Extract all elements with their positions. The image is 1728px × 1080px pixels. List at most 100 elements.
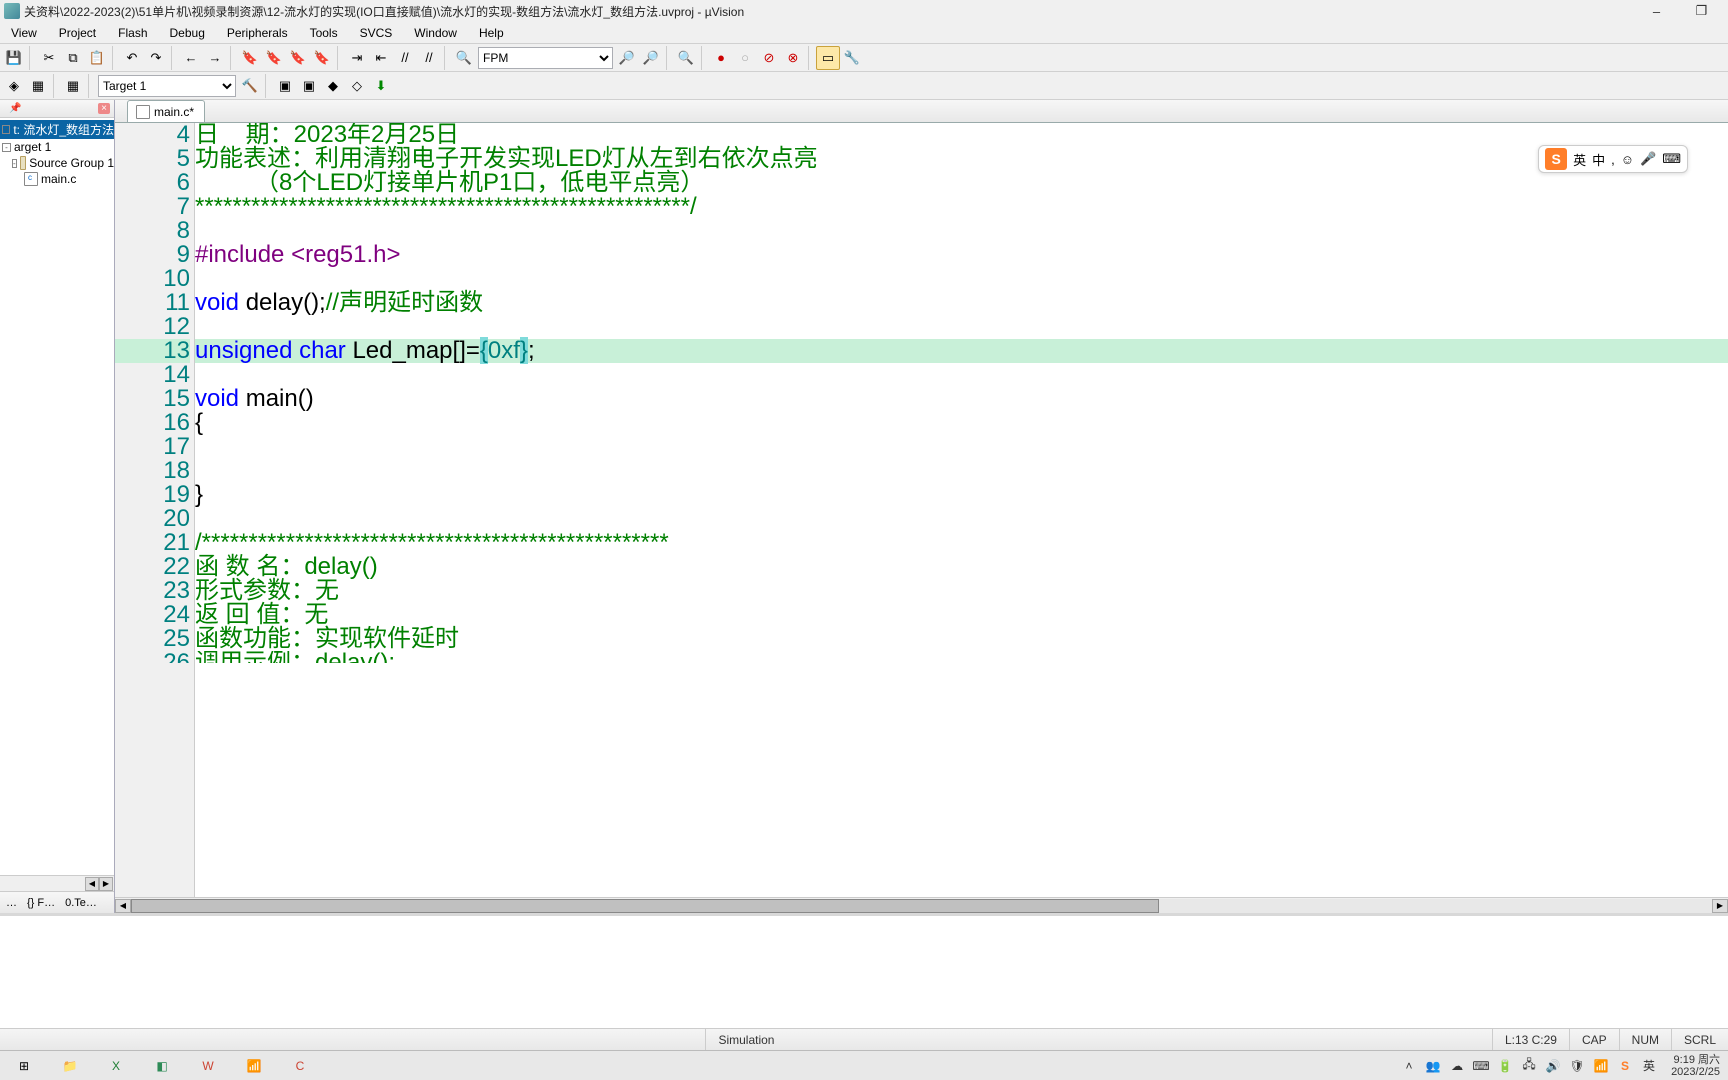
scroll-track[interactable] — [131, 899, 1712, 913]
close-panel-icon[interactable]: × — [98, 103, 110, 114]
maximize-button[interactable]: ❐ — [1679, 0, 1724, 22]
menu-help[interactable]: Help — [468, 23, 515, 43]
nav-fwd-icon[interactable]: → — [203, 46, 227, 70]
pin-icon[interactable]: 📌 — [6, 103, 24, 114]
multi-proj-icon[interactable]: ◆ — [321, 74, 345, 98]
project-tab-1[interactable]: … — [2, 894, 21, 912]
editor-hscroll[interactable]: ◀ ▶ — [115, 897, 1728, 913]
breakpoint-killall-icon[interactable]: ⊗ — [781, 46, 805, 70]
indent-icon[interactable]: ⇥ — [345, 46, 369, 70]
tray-network-icon[interactable]: 🖧 — [1521, 1058, 1537, 1074]
ime-toolbar[interactable]: S 英 中 , ☺ 🎤 ⌨ — [1538, 145, 1688, 173]
tray-volume-icon[interactable]: 🔊 — [1545, 1058, 1561, 1074]
output-panel[interactable] — [0, 913, 1728, 1028]
comment-icon[interactable]: // — [393, 46, 417, 70]
breakpoint-kill-icon[interactable]: ⊘ — [757, 46, 781, 70]
project-hscroll[interactable]: ◀ ▶ — [0, 875, 114, 891]
task-excel-icon[interactable]: X — [94, 1052, 138, 1080]
bookmark-clear-icon[interactable]: 🔖 — [310, 46, 334, 70]
save-all-icon[interactable]: 💾 — [2, 46, 26, 70]
menu-view[interactable]: View — [0, 23, 48, 43]
start-button[interactable]: ⊞ — [2, 1052, 46, 1080]
undo-icon[interactable]: ↶ — [120, 46, 144, 70]
bookmark-toggle-icon[interactable]: 🔖 — [238, 46, 262, 70]
scroll-left-icon[interactable]: ◀ — [115, 899, 131, 913]
task-app2-icon[interactable]: 📶 — [232, 1052, 276, 1080]
system-tray[interactable]: ˄ 👥 ☁ ⌨ 🔋 🖧 🔊 🛡 📶 S 英 9:19 周六 2023/2/25 — [1401, 1054, 1726, 1078]
tree-project-root[interactable]: - t: 流水灯_数组方法 — [0, 120, 114, 139]
find-combo[interactable]: FPM — [478, 47, 613, 69]
debug-start-icon[interactable]: 🔍 — [674, 46, 698, 70]
project-tab-functions[interactable]: {} F… — [23, 894, 59, 912]
editor-tab-mainc[interactable]: main.c* — [127, 100, 205, 122]
ime-lang[interactable]: 英 — [1573, 150, 1586, 169]
breakpoint-disable-icon[interactable]: ○ — [733, 46, 757, 70]
ime-item-2[interactable]: , — [1611, 152, 1615, 167]
task-app1-icon[interactable]: ◧ — [140, 1052, 184, 1080]
taskbar-clock[interactable]: 9:19 周六 2023/2/25 — [1671, 1054, 1720, 1078]
scroll-right-icon[interactable]: ▶ — [1712, 899, 1728, 913]
window-layout-icon[interactable]: ▭ — [816, 46, 840, 70]
menu-window[interactable]: Window — [403, 23, 468, 43]
menu-svcs[interactable]: SVCS — [349, 23, 404, 43]
menu-flash[interactable]: Flash — [107, 23, 158, 43]
task-explorer-icon[interactable]: 📁 — [48, 1052, 92, 1080]
collapse-icon[interactable]: - — [2, 125, 10, 134]
project-tab-templates[interactable]: 0.Te… — [61, 894, 101, 912]
configure-icon[interactable]: 🔧 — [840, 46, 864, 70]
bookmark-next-icon[interactable]: 🔖 — [286, 46, 310, 70]
minimize-button[interactable]: – — [1634, 0, 1679, 22]
redo-icon[interactable]: ↷ — [144, 46, 168, 70]
tray-keyboard-icon[interactable]: ⌨ — [1473, 1058, 1489, 1074]
collapse-icon[interactable]: - — [2, 143, 11, 152]
target-select[interactable]: Target 1 — [98, 75, 236, 97]
target-options-icon[interactable]: 🔨 — [238, 74, 262, 98]
scroll-thumb[interactable] — [131, 899, 1159, 913]
tray-ime-icon[interactable]: 英 — [1641, 1058, 1657, 1074]
tree-file-mainc[interactable]: main.c — [0, 171, 114, 187]
breakpoint-insert-icon[interactable]: ● — [709, 46, 733, 70]
cut-icon[interactable]: ✂ — [37, 46, 61, 70]
batch-build-icon[interactable]: ◇ — [345, 74, 369, 98]
menu-peripherals[interactable]: Peripherals — [216, 23, 299, 43]
file-ext-icon[interactable]: ▣ — [273, 74, 297, 98]
ime-item-3[interactable]: ☺ — [1621, 152, 1634, 167]
sogou-logo-icon[interactable]: S — [1545, 148, 1567, 170]
tray-sogou-icon[interactable]: S — [1617, 1058, 1633, 1074]
tray-onedrive-icon[interactable]: ☁ — [1449, 1058, 1465, 1074]
ime-item-5[interactable]: ⌨ — [1662, 151, 1681, 167]
copy-icon[interactable]: ⧉ — [61, 46, 85, 70]
translate-icon[interactable]: ◈ — [2, 74, 26, 98]
outdent-icon[interactable]: ⇤ — [369, 46, 393, 70]
collapse-icon[interactable]: - — [12, 159, 17, 168]
manage-icon[interactable]: ▣ — [297, 74, 321, 98]
project-tree[interactable]: - t: 流水灯_数组方法 - arget 1 - Source Group 1… — [0, 118, 114, 875]
code-editor[interactable]: 4567891011121314151617181920212223242526… — [115, 123, 1728, 897]
find-next-icon[interactable]: 🔎 — [615, 46, 639, 70]
task-camtasia-icon[interactable]: C — [278, 1052, 322, 1080]
scroll-left-icon[interactable]: ◀ — [85, 877, 99, 891]
rebuild-icon[interactable]: ▦ — [61, 74, 85, 98]
menu-tools[interactable]: Tools — [299, 23, 349, 43]
tray-wifi-icon[interactable]: 📶 — [1593, 1058, 1609, 1074]
ime-item-1[interactable]: 中 — [1592, 150, 1605, 169]
find-in-files-icon[interactable]: 🔍 — [452, 46, 476, 70]
tray-shield-icon[interactable]: 🛡 — [1569, 1058, 1585, 1074]
download-icon[interactable]: ⬇ — [369, 74, 393, 98]
incremental-find-icon[interactable]: 🔎 — [639, 46, 663, 70]
bookmark-prev-icon[interactable]: 🔖 — [262, 46, 286, 70]
menu-debug[interactable]: Debug — [159, 23, 216, 43]
build-icon[interactable]: ▦ — [26, 74, 50, 98]
paste-icon[interactable]: 📋 — [85, 46, 109, 70]
tree-target[interactable]: - arget 1 — [0, 139, 114, 155]
tree-source-group[interactable]: - Source Group 1 — [0, 155, 114, 171]
menu-project[interactable]: Project — [48, 23, 107, 43]
uncomment-icon[interactable]: // — [417, 46, 441, 70]
nav-back-icon[interactable]: ← — [179, 46, 203, 70]
windows-taskbar[interactable]: ⊞ 📁 X ◧ W 📶 C ˄ 👥 ☁ ⌨ 🔋 🖧 🔊 🛡 📶 S 英 9:19… — [0, 1050, 1728, 1080]
ime-item-4[interactable]: 🎤 — [1640, 151, 1656, 167]
tray-up-icon[interactable]: ˄ — [1401, 1058, 1417, 1074]
scroll-right-icon[interactable]: ▶ — [99, 877, 113, 891]
tray-people-icon[interactable]: 👥 — [1425, 1058, 1441, 1074]
tray-battery-icon[interactable]: 🔋 — [1497, 1058, 1513, 1074]
